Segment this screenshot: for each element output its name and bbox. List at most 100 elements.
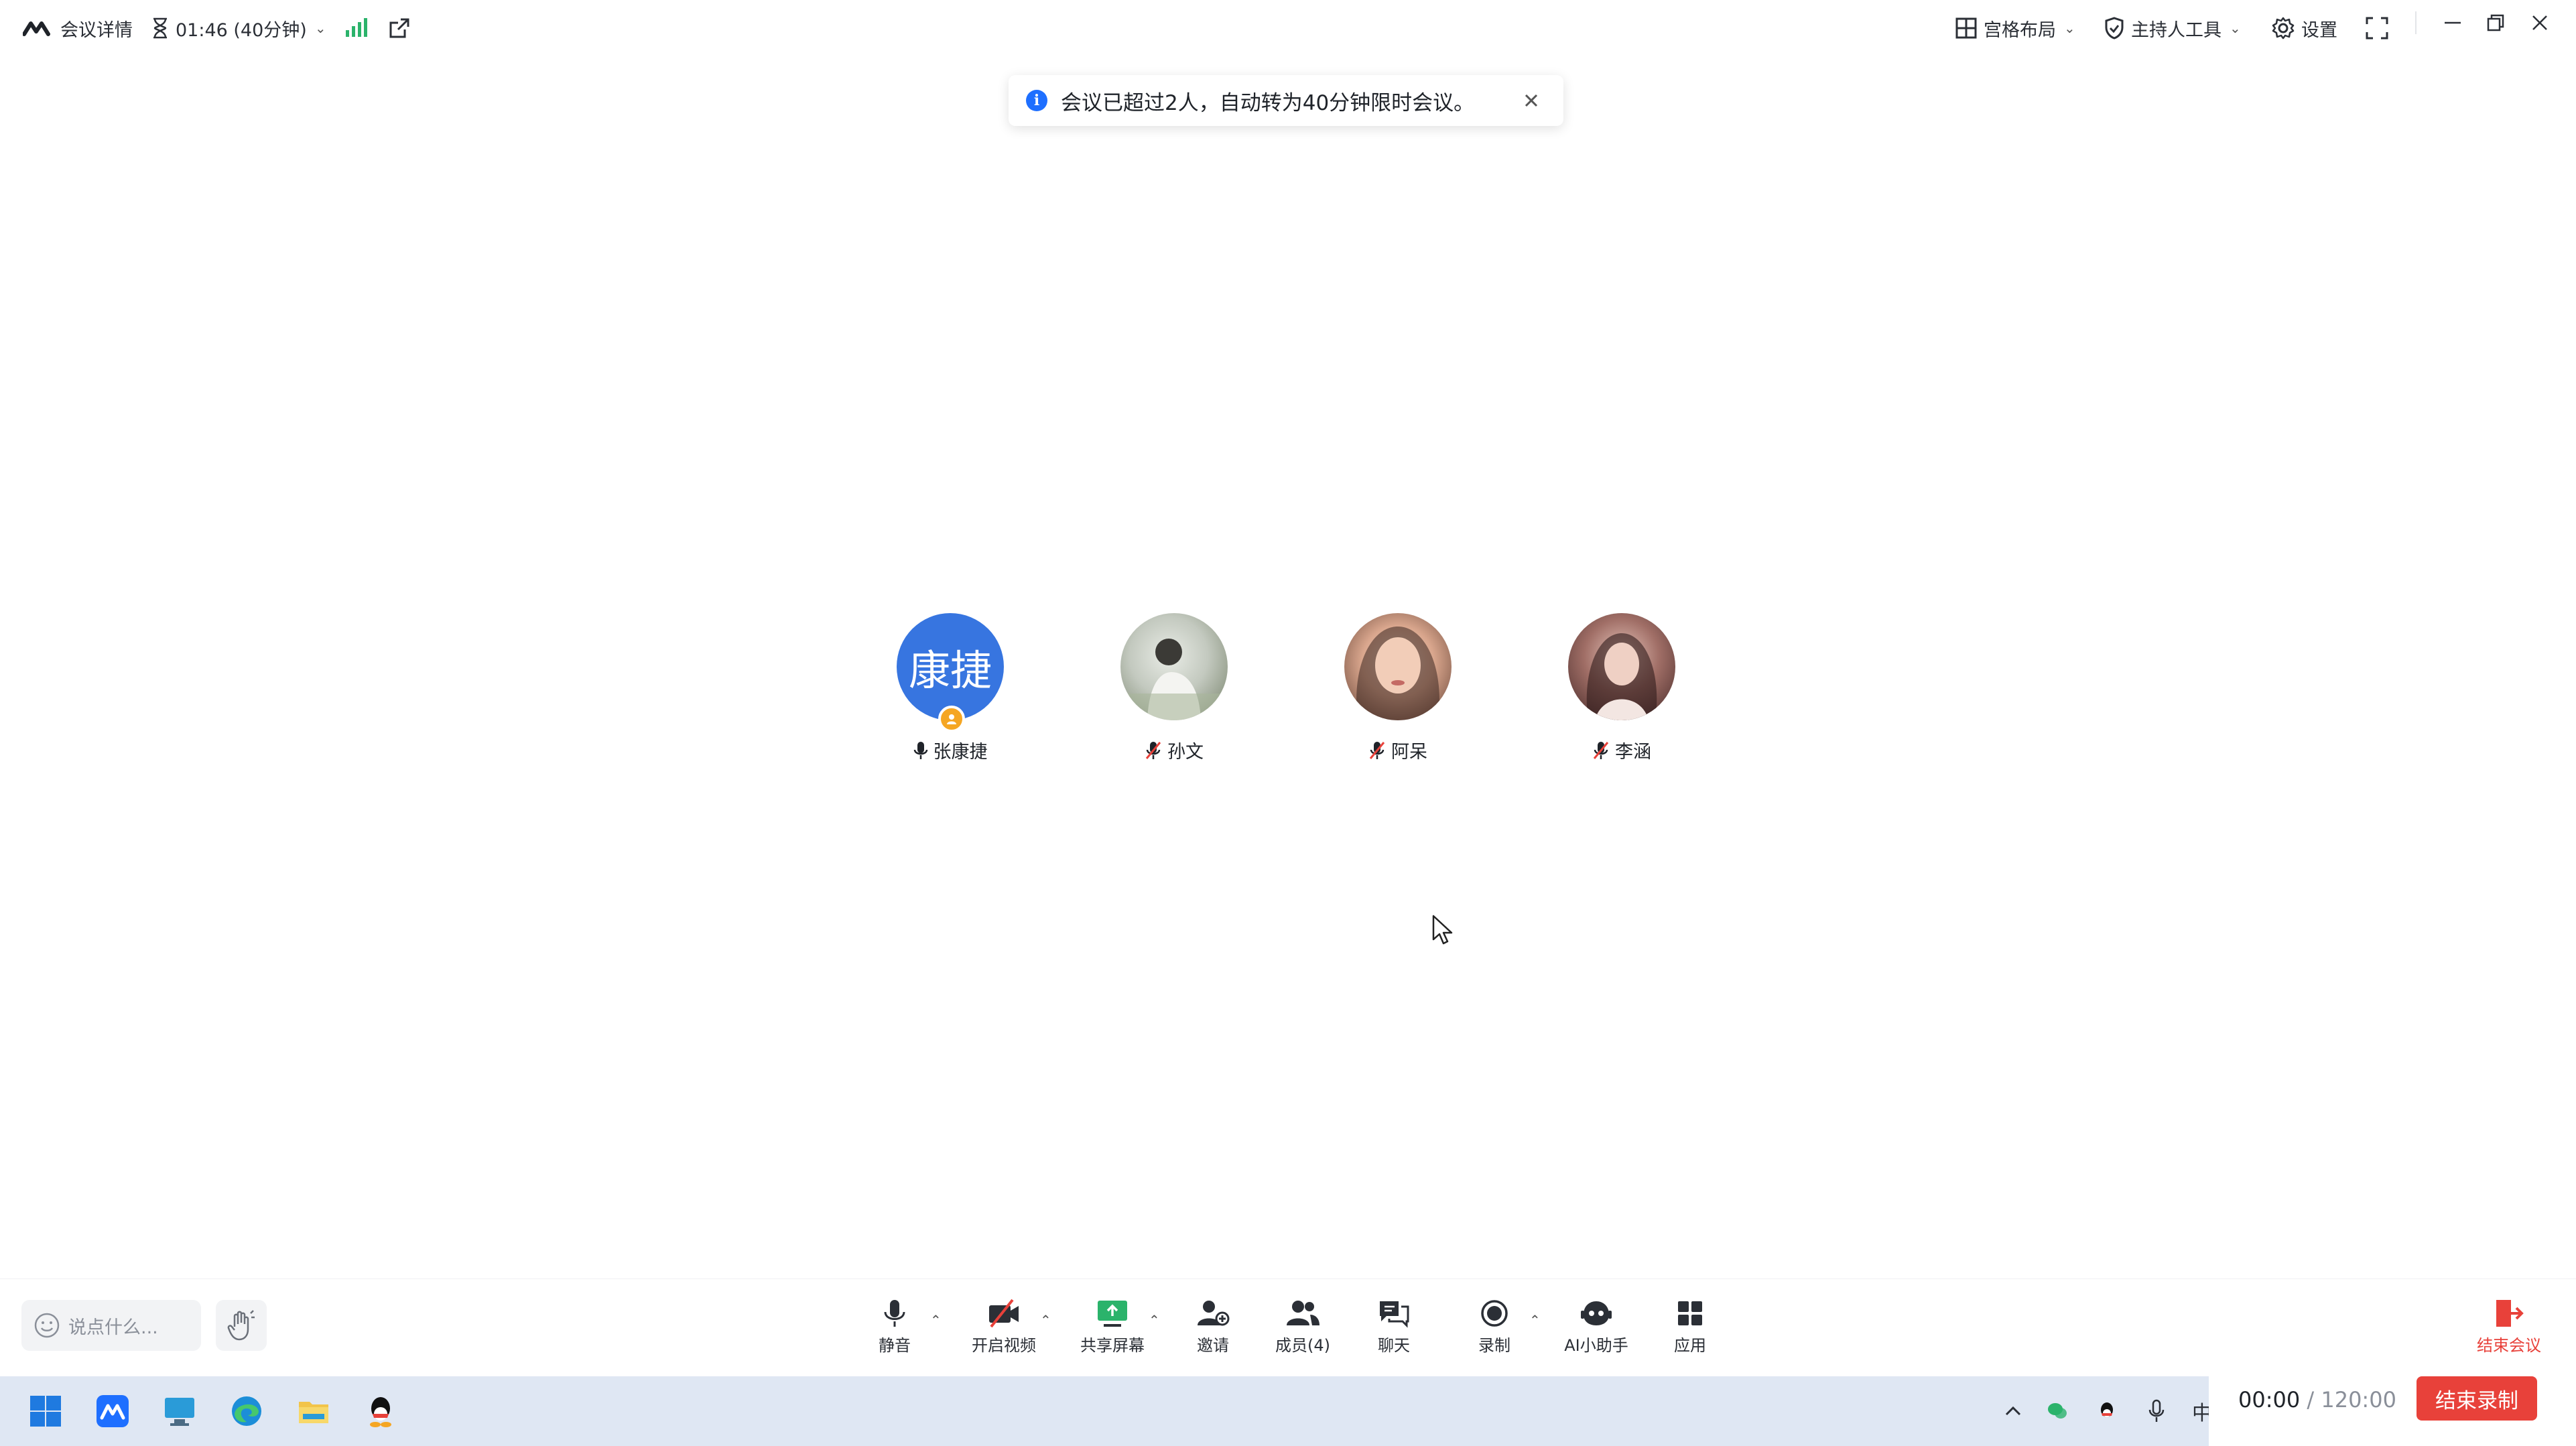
separator xyxy=(2415,9,2417,36)
microphone-muted-icon xyxy=(1369,741,1385,759)
share-screen-icon xyxy=(1098,1301,1127,1327)
emoji-icon xyxy=(34,1313,60,1338)
avatar xyxy=(1568,613,1675,720)
share-screen-label: 共享屏幕 xyxy=(1080,1336,1145,1355)
invite-button[interactable]: 邀请 xyxy=(1166,1299,1260,1359)
ai-assistant-button[interactable]: AI小助手 xyxy=(1549,1299,1643,1359)
meeting-timer[interactable]: 01:46 (40分钟) ⌄ xyxy=(151,12,326,44)
participant-name: 阿呆 xyxy=(1391,742,1427,763)
tencent-meeting-app-icon[interactable] xyxy=(94,1392,131,1430)
participant-name: 李涵 xyxy=(1615,742,1651,763)
chat-label: 聊天 xyxy=(1378,1336,1410,1355)
edge-browser-icon[interactable] xyxy=(228,1392,265,1430)
microphone-tray-icon[interactable] xyxy=(2138,1392,2175,1430)
fullscreen-button[interactable] xyxy=(2366,12,2388,44)
microphone-icon xyxy=(884,1300,905,1327)
members-button[interactable]: 成员(4) xyxy=(1256,1299,1350,1359)
chevron-down-icon: ⌄ xyxy=(2064,20,2075,36)
settings-button[interactable]: 设置 xyxy=(2272,12,2337,44)
ai-assistant-label: AI小助手 xyxy=(1564,1336,1628,1355)
chevron-down-icon: ⌄ xyxy=(314,20,326,36)
avatar-initials: 康捷 xyxy=(908,646,992,695)
qq-tray-icon[interactable] xyxy=(2088,1392,2126,1430)
video-options-chevron-icon[interactable]: ⌃ xyxy=(1040,1312,1051,1328)
settings-label: 设置 xyxy=(2301,19,2337,41)
apps-grid-icon xyxy=(1678,1301,1702,1325)
chat-button[interactable]: 聊天 xyxy=(1347,1299,1441,1359)
record-options-chevron-icon[interactable]: ⌃ xyxy=(1529,1312,1541,1328)
record-button[interactable]: 录制 xyxy=(1447,1299,1541,1359)
host-tools-label: 主持人工具 xyxy=(2131,19,2221,41)
end-meeting-label: 结束会议 xyxy=(2477,1336,2541,1355)
record-icon xyxy=(1481,1300,1508,1327)
host-badge-icon xyxy=(938,706,965,732)
grid-layout-button[interactable]: 宫格布局 ⌄ xyxy=(1955,12,2075,44)
notice-message: 会议已超过2人，自动转为40分钟限时会议。 xyxy=(1061,90,1475,115)
microphone-muted-icon xyxy=(1145,741,1161,759)
mute-label: 静音 xyxy=(879,1336,911,1355)
record-label: 录制 xyxy=(1478,1336,1510,1355)
grid-layout-label: 宫格布局 xyxy=(1984,19,2056,41)
tray-overflow-chevron-icon[interactable] xyxy=(1994,1392,2032,1430)
signal-bars-icon xyxy=(346,18,367,37)
host-tools-button[interactable]: 主持人工具 ⌄ xyxy=(2104,12,2241,44)
chat-input[interactable]: 说点什么... xyxy=(21,1300,201,1351)
recording-total: 120:00 xyxy=(2321,1387,2396,1412)
camera-off-icon xyxy=(989,1299,1019,1328)
participant-tile[interactable]: 孙文 xyxy=(1087,613,1234,767)
mouse-cursor-icon xyxy=(1432,915,1453,945)
stop-recording-button[interactable]: 结束录制 xyxy=(2417,1376,2537,1421)
share-options-chevron-icon[interactable]: ⌃ xyxy=(1149,1312,1160,1328)
meeting-details-label: 会议详情 xyxy=(60,19,133,41)
members-icon xyxy=(1287,1301,1319,1325)
participant-name-row: 孙文 xyxy=(1087,737,1261,763)
exit-icon xyxy=(2496,1300,2524,1327)
participant-name-row: 阿呆 xyxy=(1311,737,1485,763)
ai-assistant-icon xyxy=(1581,1301,1612,1325)
close-window-button[interactable] xyxy=(2530,9,2549,36)
mute-button[interactable]: 静音 xyxy=(848,1299,942,1359)
participant-name-row: 李涵 xyxy=(1535,737,1709,763)
start-video-label: 开启视频 xyxy=(972,1336,1036,1355)
start-video-button[interactable]: 开启视频 xyxy=(957,1299,1051,1359)
restore-button[interactable] xyxy=(2486,9,2505,36)
external-link-icon xyxy=(389,18,409,38)
fullscreen-icon xyxy=(2366,17,2388,40)
hourglass-icon xyxy=(153,17,167,39)
share-screen-button[interactable]: 共享屏幕 xyxy=(1066,1299,1159,1359)
end-meeting-button[interactable]: 结束会议 xyxy=(2462,1299,2556,1359)
close-icon xyxy=(2532,15,2547,30)
microphone-icon xyxy=(913,741,927,759)
participant-tile[interactable]: 阿呆 xyxy=(1311,613,1458,767)
gear-icon xyxy=(2272,17,2295,40)
qq-app-icon[interactable] xyxy=(362,1392,399,1430)
members-label: 成员(4) xyxy=(1275,1336,1330,1355)
file-explorer-icon[interactable] xyxy=(295,1392,332,1430)
restore-window-icon xyxy=(2487,14,2504,31)
participant-name-row: 张康捷 xyxy=(863,737,1037,763)
grid-layout-icon xyxy=(1955,17,1977,39)
chat-icon xyxy=(1380,1301,1409,1328)
apps-button[interactable]: 应用 xyxy=(1643,1299,1737,1359)
share-link-button[interactable] xyxy=(387,12,411,44)
recording-timer: 00:00 / 120:00 xyxy=(2238,1387,2396,1412)
minimize-button[interactable] xyxy=(2443,9,2462,36)
raise-hand-icon xyxy=(227,1310,255,1341)
avatar: 康捷 xyxy=(897,613,1004,720)
windows-start-icon[interactable] xyxy=(27,1392,64,1430)
desktop-app-icon[interactable] xyxy=(161,1392,198,1430)
participant-tile[interactable]: 康捷 张康捷 xyxy=(863,613,1011,767)
recording-elapsed: 00:00 xyxy=(2238,1387,2301,1412)
invite-label: 邀请 xyxy=(1197,1336,1229,1355)
participant-tile[interactable]: 李涵 xyxy=(1535,613,1682,767)
tencent-meeting-logo-icon xyxy=(23,21,50,36)
wechat-tray-icon[interactable] xyxy=(2039,1392,2076,1430)
recording-separator: / xyxy=(2300,1387,2321,1412)
microphone-muted-icon xyxy=(1593,741,1609,759)
participant-name: 张康捷 xyxy=(933,742,988,763)
meeting-details-button[interactable]: 会议详情 xyxy=(23,12,133,44)
raise-hand-button[interactable] xyxy=(216,1300,267,1351)
network-signal-button[interactable] xyxy=(344,12,367,44)
mute-options-chevron-icon[interactable]: ⌃ xyxy=(930,1312,942,1328)
close-icon[interactable] xyxy=(1518,87,1545,114)
